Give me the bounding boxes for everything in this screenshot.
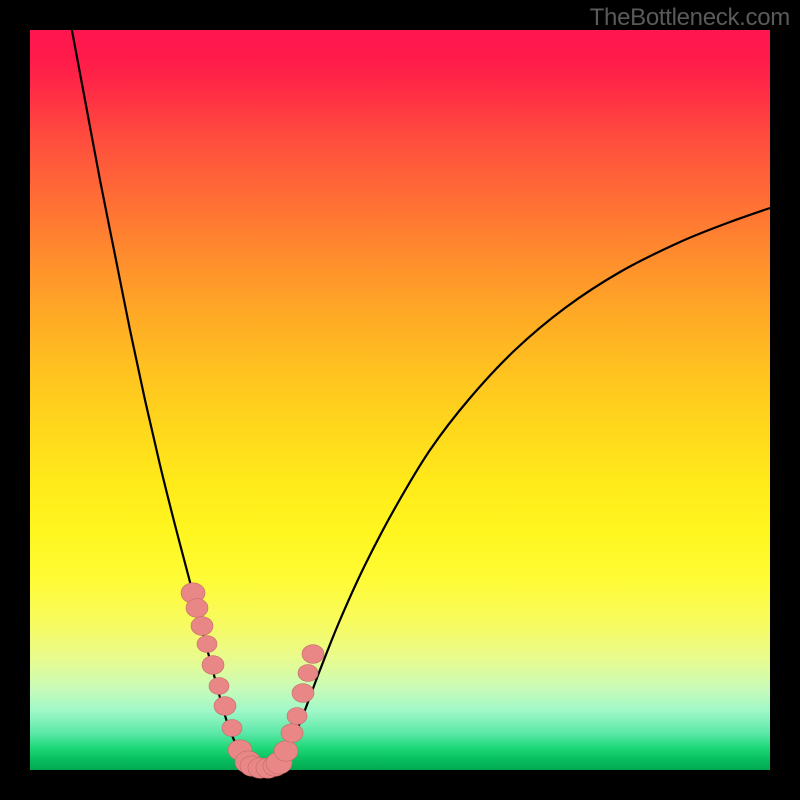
- chart-frame: TheBottleneck.com: [0, 0, 800, 800]
- data-bead: [214, 697, 236, 716]
- plot-area: [30, 30, 770, 770]
- data-bead: [222, 720, 242, 737]
- data-bead: [274, 741, 298, 761]
- data-bead: [302, 645, 324, 664]
- data-bead: [197, 636, 217, 653]
- data-bead: [287, 708, 307, 725]
- curve-beads: [181, 583, 324, 778]
- data-bead: [298, 665, 318, 682]
- data-bead: [191, 617, 213, 636]
- data-bead: [209, 678, 229, 695]
- bottleneck-curve: [30, 30, 770, 770]
- v-curve-path: [70, 20, 770, 768]
- data-bead: [186, 599, 208, 618]
- data-bead: [202, 656, 224, 675]
- data-bead: [281, 724, 303, 743]
- data-bead: [292, 684, 314, 703]
- watermark-text: TheBottleneck.com: [590, 4, 790, 32]
